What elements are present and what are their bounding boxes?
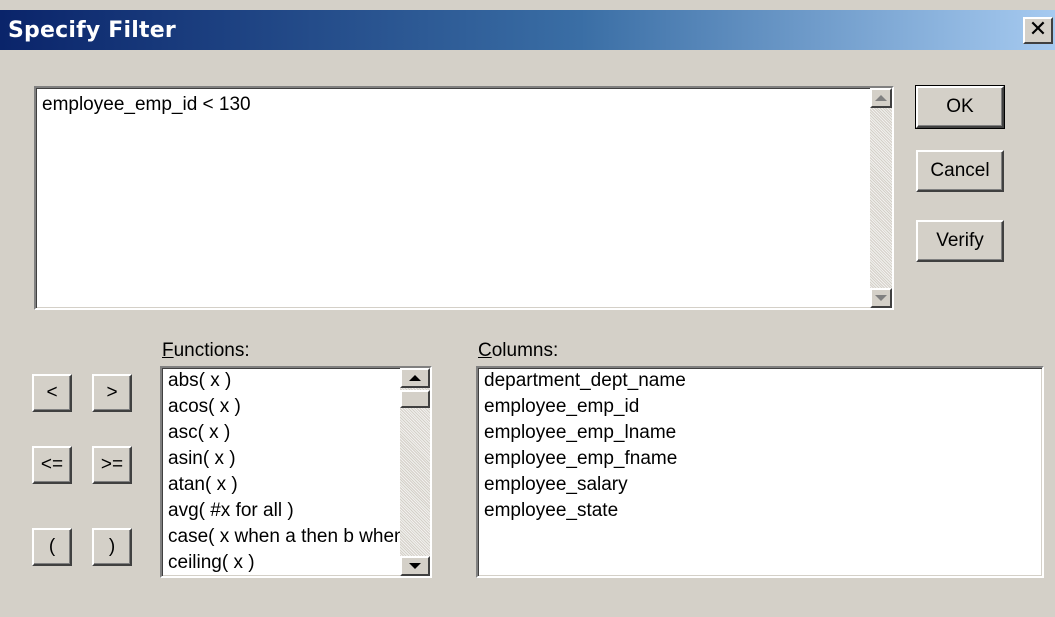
column-item[interactable]: employee_emp_lname: [484, 420, 686, 446]
function-item[interactable]: acos( x ): [168, 394, 404, 420]
columns-label-rest: olumns:: [491, 340, 559, 361]
specify-filter-dialog: Specify Filter ✕ employee_emp_id < 130 O…: [0, 0, 1055, 617]
expression-text: employee_emp_id < 130: [42, 94, 251, 115]
functions-label-hotkey: F: [162, 340, 174, 361]
scroll-down-button[interactable]: [400, 556, 430, 576]
column-item[interactable]: employee_state: [484, 498, 686, 524]
columns-list[interactable]: department_dept_name employee_emp_id emp…: [476, 366, 1044, 578]
cancel-button[interactable]: Cancel: [916, 150, 1004, 192]
column-item[interactable]: employee_salary: [484, 472, 686, 498]
ok-button[interactable]: OK: [915, 85, 1005, 129]
column-item[interactable]: employee_emp_fname: [484, 446, 686, 472]
close-paren-button[interactable]: ): [92, 528, 132, 566]
open-paren-button[interactable]: (: [32, 528, 72, 566]
arrow-down-icon: [875, 295, 887, 301]
title-bar: Specify Filter ✕: [0, 10, 1055, 50]
greater-than-button[interactable]: >: [92, 374, 132, 412]
column-item[interactable]: employee_emp_id: [484, 394, 686, 420]
columns-label: Columns:: [478, 340, 558, 362]
greater-equal-button[interactable]: >=: [92, 446, 132, 484]
function-item[interactable]: avg( #x for all ): [168, 498, 404, 524]
less-equal-button[interactable]: <=: [32, 446, 72, 484]
functions-label-rest: unctions:: [173, 340, 250, 361]
function-item[interactable]: ceiling( x ): [168, 550, 404, 576]
dialog-title: Specify Filter: [8, 18, 176, 43]
close-button[interactable]: ✕: [1023, 17, 1053, 44]
function-item[interactable]: abs( x ): [168, 368, 404, 394]
functions-list[interactable]: abs( x ) acos( x ) asc( x ) asin( x ) at…: [160, 366, 432, 578]
scroll-up-button[interactable]: [870, 88, 892, 108]
functions-label: Functions:: [162, 340, 250, 362]
function-item[interactable]: atan( x ): [168, 472, 404, 498]
functions-scrollbar[interactable]: [400, 368, 430, 576]
verify-button[interactable]: Verify: [916, 220, 1004, 262]
arrow-up-icon: [409, 375, 421, 381]
scroll-down-button[interactable]: [870, 288, 892, 308]
function-item[interactable]: asin( x ): [168, 446, 404, 472]
arrow-down-icon: [409, 563, 421, 569]
function-item[interactable]: asc( x ): [168, 420, 404, 446]
function-item[interactable]: case( x when a then b when c then d else…: [168, 524, 404, 550]
expression-scrollbar[interactable]: [870, 88, 892, 308]
close-icon: ✕: [1028, 17, 1048, 42]
arrow-up-icon: [875, 95, 887, 101]
less-than-button[interactable]: <: [32, 374, 72, 412]
scroll-up-button[interactable]: [400, 368, 430, 388]
expression-editor[interactable]: employee_emp_id < 130: [34, 86, 894, 310]
column-item[interactable]: department_dept_name: [484, 368, 686, 394]
columns-label-hotkey: C: [478, 340, 492, 361]
scroll-thumb[interactable]: [400, 390, 430, 408]
